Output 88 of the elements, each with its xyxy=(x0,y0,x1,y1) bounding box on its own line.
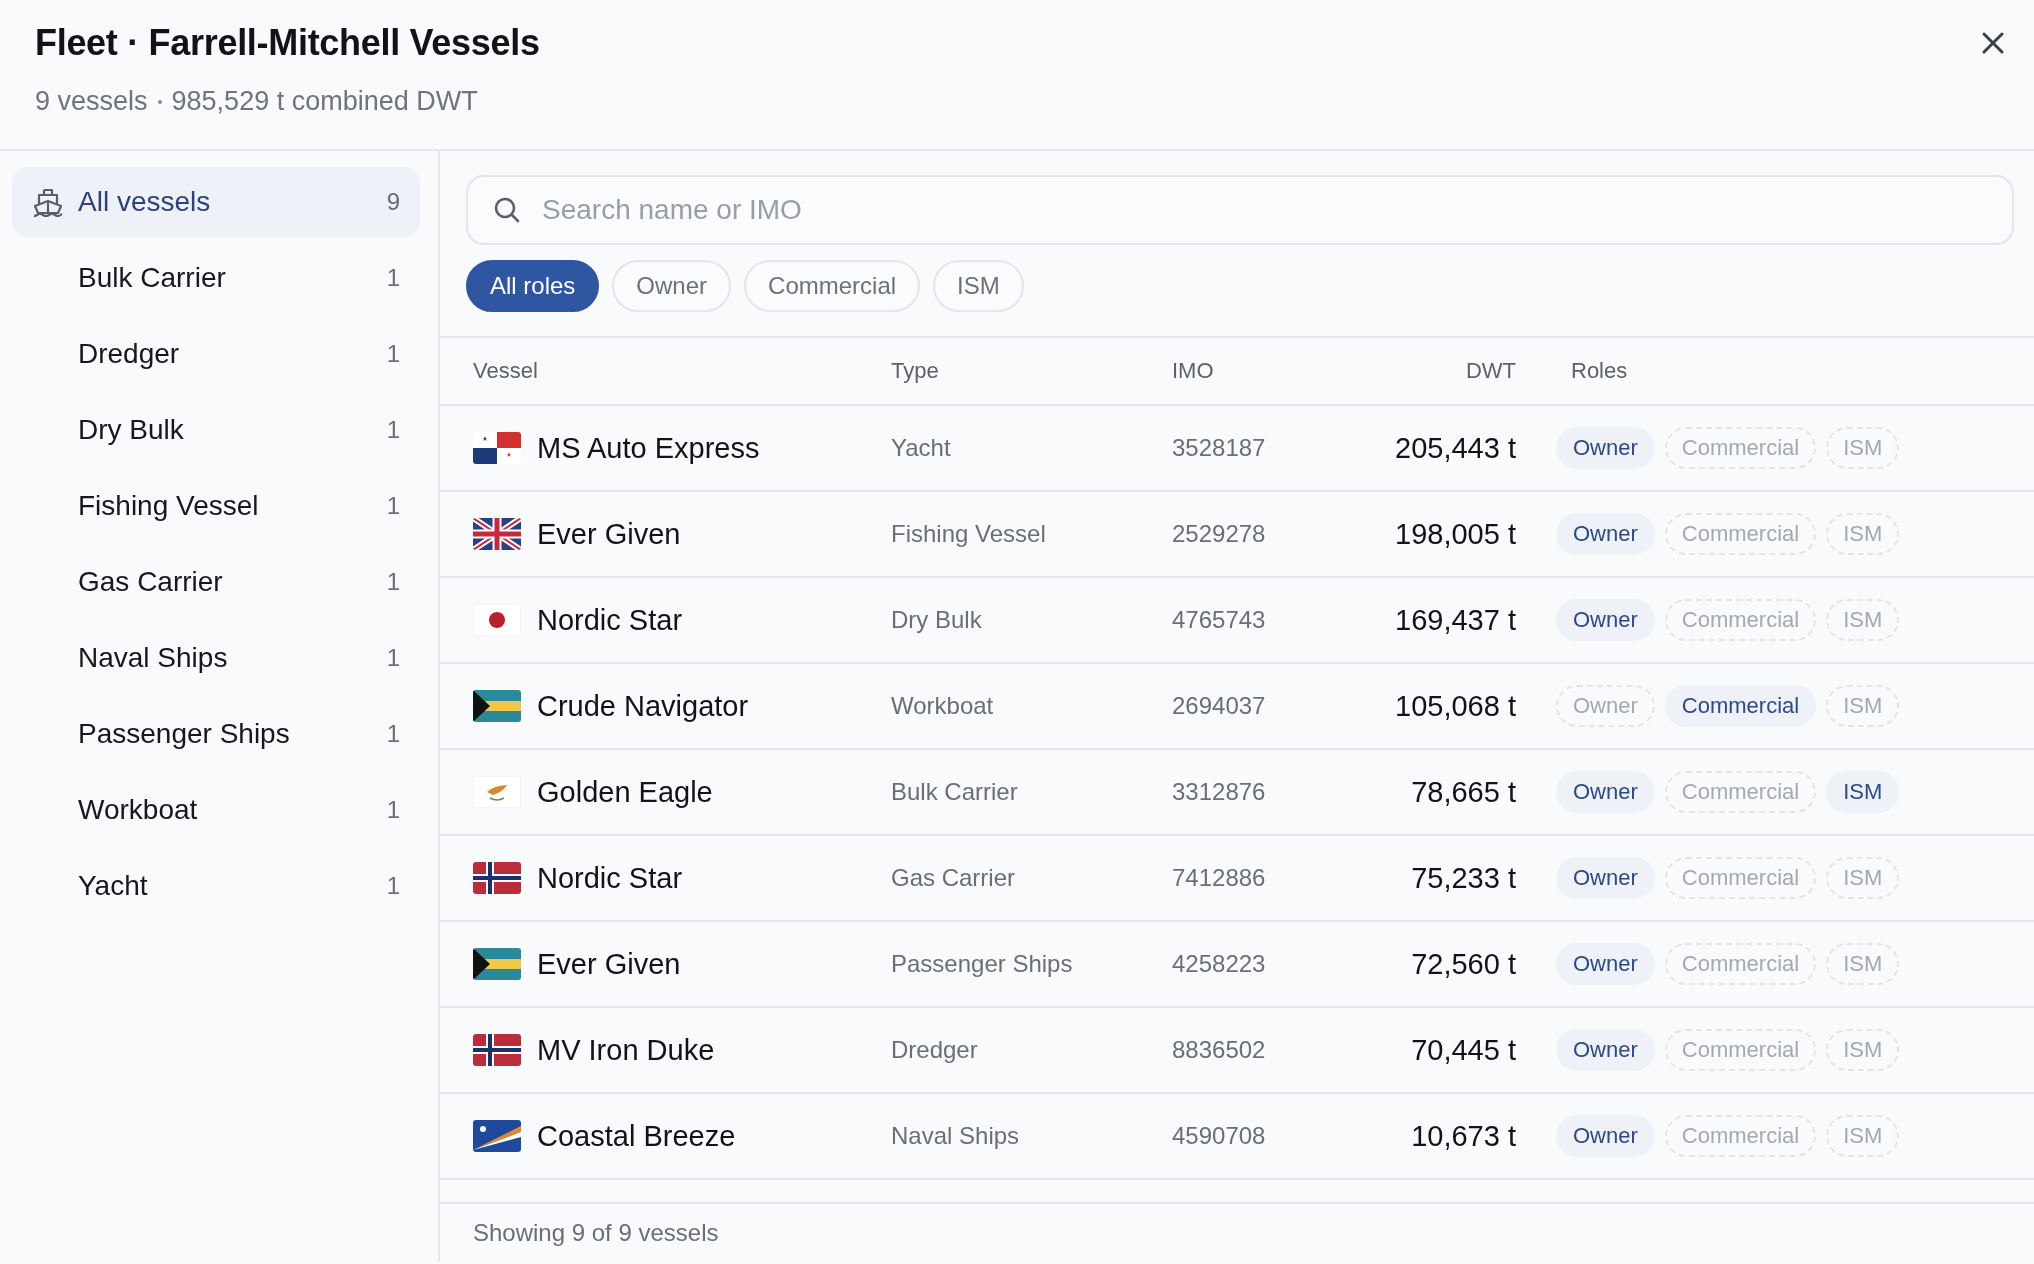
vessel-type: Bulk Carrier xyxy=(891,778,1019,806)
vessel-type: Dredger xyxy=(891,1036,979,1064)
role-tag: ISM xyxy=(1826,427,1900,469)
role-tag: Owner xyxy=(1556,513,1655,555)
vessel-name: Golden Eagle xyxy=(537,775,713,809)
sidebar-item[interactable]: Dry Bulk 1 xyxy=(12,395,420,465)
role-tag: ISM xyxy=(1826,513,1900,555)
role-tag: Commercial xyxy=(1664,427,1817,469)
vessel-name: MV Iron Duke xyxy=(537,1033,715,1067)
column-header: Roles xyxy=(1571,358,1628,383)
imo-number: 4765743 xyxy=(1172,606,1267,634)
role-tag: Owner xyxy=(1556,599,1655,641)
vessel-type: Yacht xyxy=(891,434,952,462)
role-tag: Owner xyxy=(1556,771,1655,813)
vessel-type: Dry Bulk xyxy=(891,606,983,634)
role-tag: Commercial xyxy=(1664,1115,1817,1157)
sidebar-item[interactable]: Dredger 1 xyxy=(12,319,420,389)
dwt-value: 70,445 t xyxy=(1410,1033,1516,1067)
vessel-type: Passenger Ships xyxy=(891,950,1074,978)
results-summary: Showing 9 of 9 vessels xyxy=(473,1219,719,1247)
sidebar-item[interactable]: Bulk Carrier 1 xyxy=(12,243,420,313)
vessel-name: Ever Given xyxy=(537,517,681,551)
role-tag: Owner xyxy=(1556,1029,1655,1071)
column-header: DWT xyxy=(1464,358,1516,384)
dwt-value: 72,560 t xyxy=(1410,947,1516,981)
imo-number: 4258223 xyxy=(1172,950,1267,978)
role-tag: ISM xyxy=(1826,857,1900,899)
role-filter-chip[interactable]: Owner xyxy=(612,260,732,312)
role-tag: Commercial xyxy=(1664,513,1817,555)
role-tag: ISM xyxy=(1826,1115,1900,1157)
role-tag: Commercial xyxy=(1664,599,1817,641)
column-header: Type xyxy=(891,358,940,384)
column-header: IMO xyxy=(1172,358,1215,384)
sidebar-item[interactable]: All vessels 9 xyxy=(12,167,420,237)
vessel-type: Workboat xyxy=(891,692,995,720)
imo-number: 8836502 xyxy=(1172,1036,1267,1064)
role-tag: ISM xyxy=(1826,685,1900,727)
dwt-value: 198,005 t xyxy=(1394,517,1516,551)
sidebar-item[interactable]: Fishing Vessel 1 xyxy=(12,471,420,541)
imo-number: 7412886 xyxy=(1172,864,1267,892)
sidebar-item[interactable]: Gas Carrier 1 xyxy=(12,547,420,617)
dwt-value: 105,068 t xyxy=(1394,689,1516,723)
imo-number: 2529278 xyxy=(1172,520,1267,548)
sidebar-item[interactable]: Workboat 1 xyxy=(12,775,420,845)
ship-icon xyxy=(32,187,64,219)
vessel-type: Fishing Vessel xyxy=(891,520,1047,548)
imo-number: 4590708 xyxy=(1172,1122,1267,1150)
role-tag: Commercial xyxy=(1664,1029,1817,1071)
vessel-name: Ever Given xyxy=(537,947,681,981)
role-tag: Commercial xyxy=(1664,685,1817,727)
role-tag: ISM xyxy=(1826,943,1900,985)
vessel-name: MS Auto Express xyxy=(537,431,760,465)
role-tag: ISM xyxy=(1826,599,1900,641)
role-tag: Owner xyxy=(1556,427,1655,469)
search-field[interactable]: Search name or IMO xyxy=(466,175,2014,245)
combined-dwt: 985,529 t combined DWT xyxy=(171,86,478,117)
vessel-type: Gas Carrier xyxy=(891,864,1017,892)
imo-number: 3528187 xyxy=(1172,434,1267,462)
vessel-name: Nordic Star xyxy=(537,861,683,895)
sidebar-item[interactable]: Yacht 1 xyxy=(12,851,420,921)
vessel-count: 9 vessels xyxy=(35,86,148,117)
dialog-title: Fleet · Farrell-Mitchell Vessels xyxy=(35,22,540,64)
vessel-type: Naval Ships xyxy=(891,1122,1021,1150)
vessel-name: Crude Navigator xyxy=(537,689,749,723)
role-tag: Owner xyxy=(1556,685,1655,727)
role-tag: Commercial xyxy=(1664,943,1817,985)
dwt-value: 169,437 t xyxy=(1394,603,1516,637)
role-tag: Commercial xyxy=(1664,857,1817,899)
role-filter-chip[interactable]: ISM xyxy=(933,260,1024,312)
role-filter-chip[interactable]: Commercial xyxy=(744,260,921,312)
vessel-name: Nordic Star xyxy=(537,603,683,637)
dwt-value: 10,673 t xyxy=(1410,1119,1516,1153)
role-tag: Owner xyxy=(1556,943,1655,985)
sidebar-item[interactable]: Passenger Ships 1 xyxy=(12,699,420,769)
imo-number: 3312876 xyxy=(1172,778,1267,806)
role-tag: Commercial xyxy=(1664,771,1817,813)
role-tag: Owner xyxy=(1556,1115,1655,1157)
role-tag: ISM xyxy=(1826,771,1900,813)
role-tag: Owner xyxy=(1556,857,1655,899)
role-tag: ISM xyxy=(1826,1029,1900,1071)
imo-number: 2694037 xyxy=(1172,692,1267,720)
dwt-value: 75,233 t xyxy=(1410,861,1516,895)
dwt-value: 78,665 t xyxy=(1410,775,1516,809)
role-filter-chip[interactable]: All roles xyxy=(466,260,600,312)
sidebar-item[interactable]: Naval Ships 1 xyxy=(12,623,420,693)
dwt-value: 205,443 t xyxy=(1394,431,1516,465)
column-header: Vessel xyxy=(473,358,539,384)
vessel-name: Coastal Breeze xyxy=(537,1119,736,1153)
